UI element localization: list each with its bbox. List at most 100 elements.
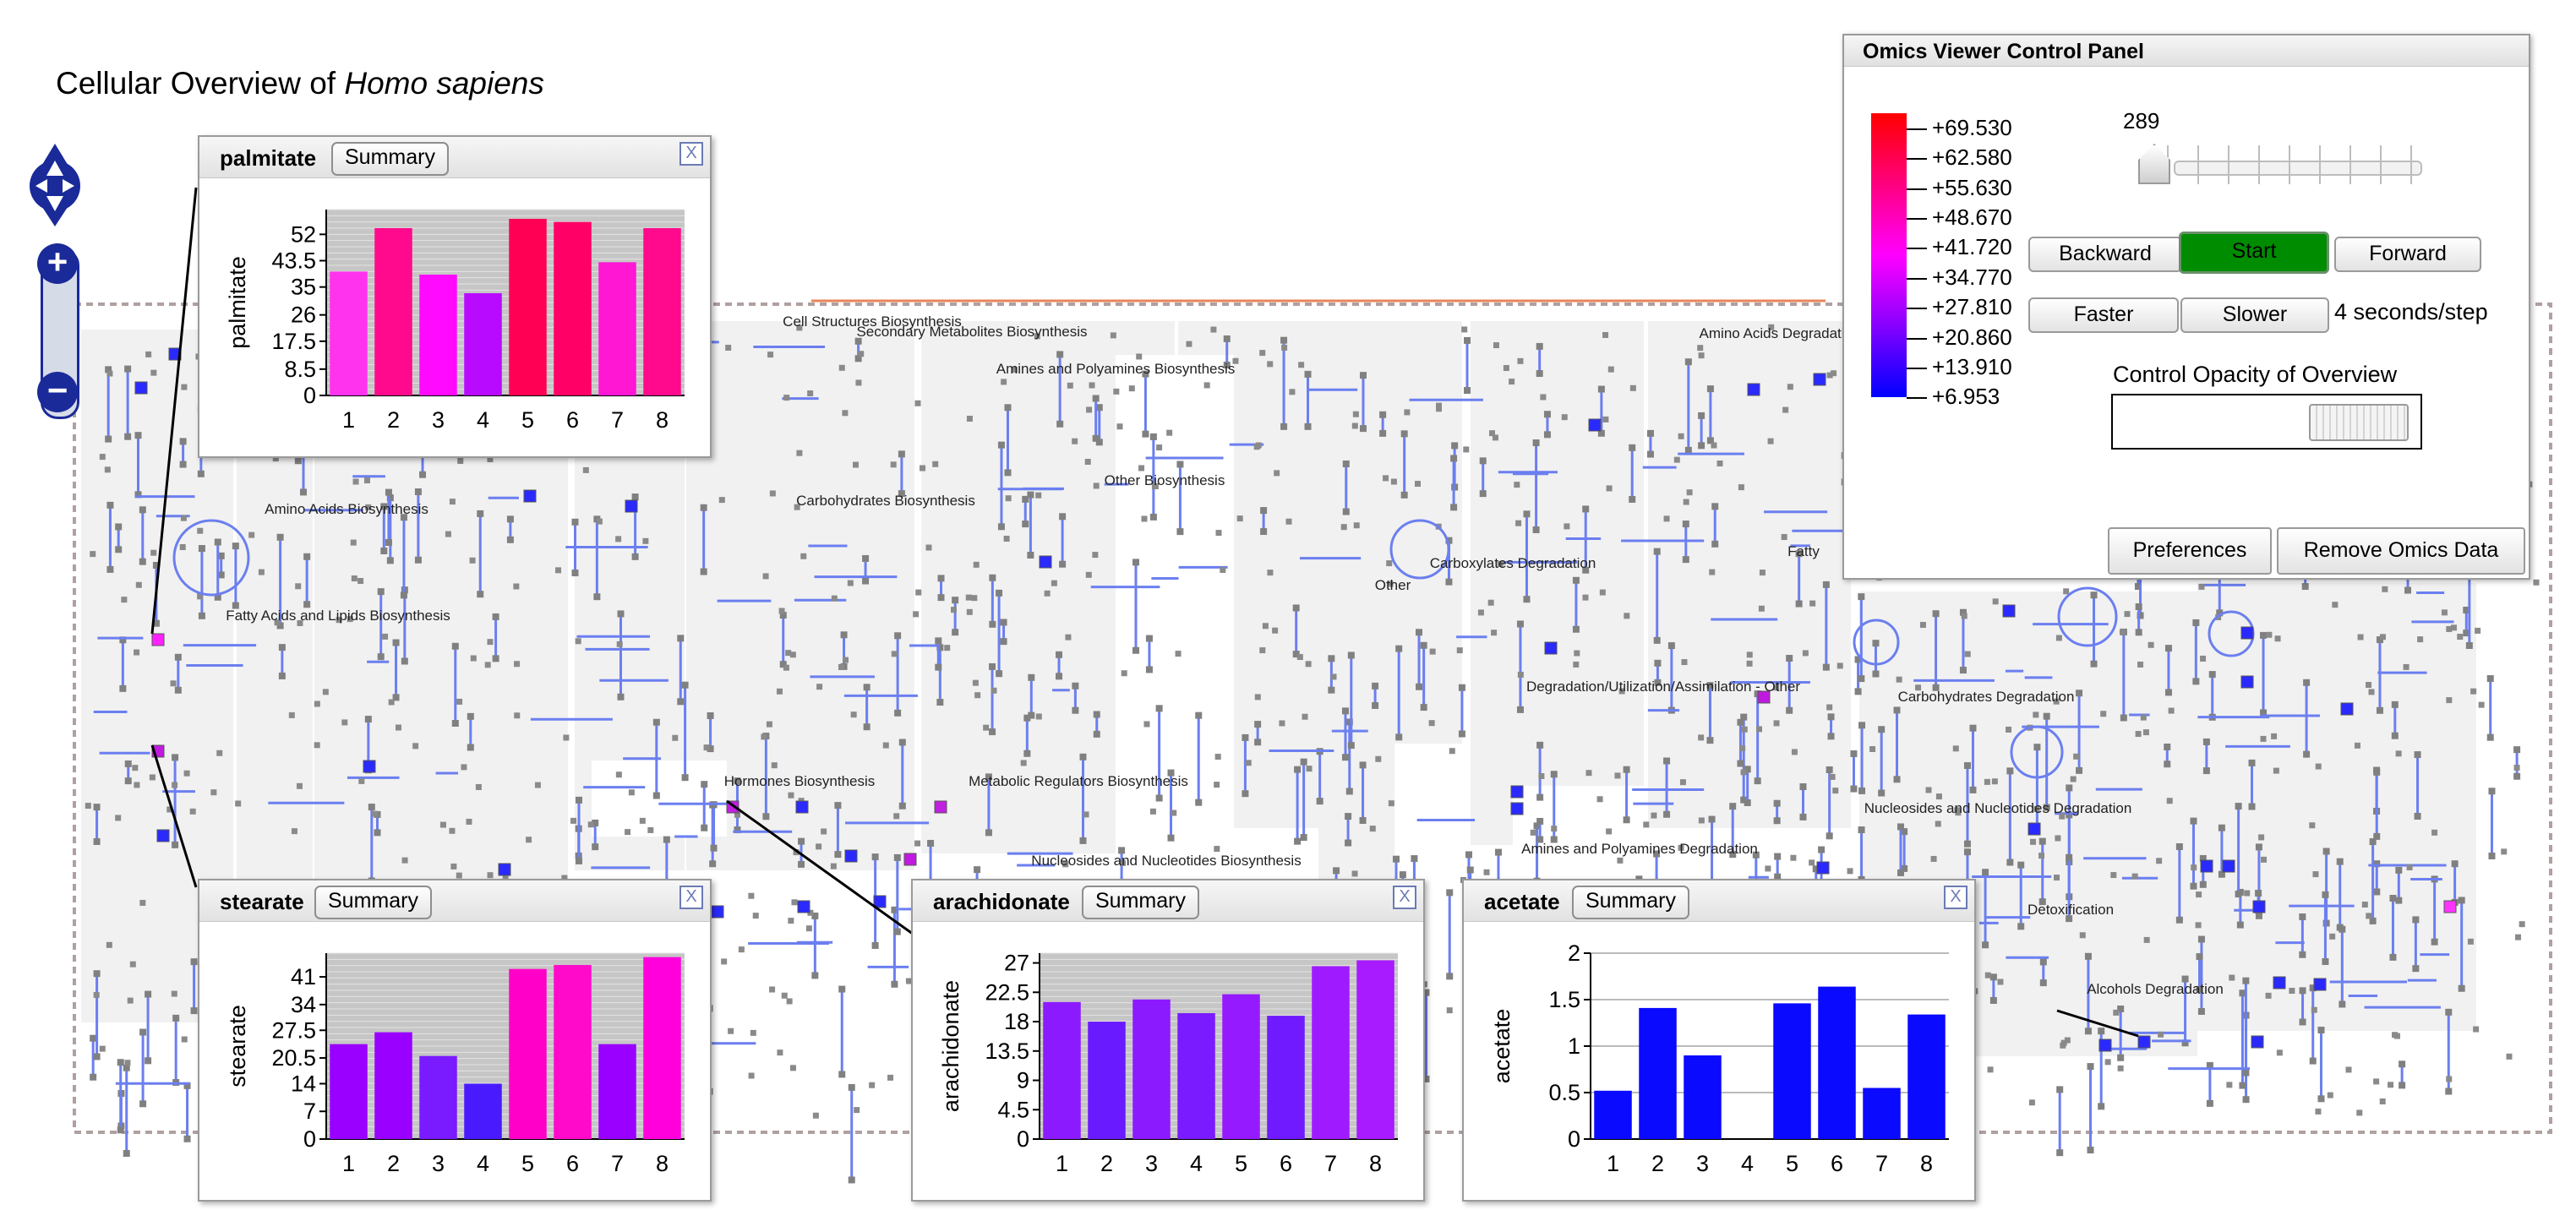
summary-button[interactable]: Summary [331,142,449,176]
popup-header[interactable]: arachidonate Summary X [913,880,1423,922]
x-tick-label: 3 [432,407,445,433]
x-tick-label: 5 [1786,1151,1798,1176]
bar[interactable] [419,275,457,395]
legend-label: +13.910 [1932,353,2012,379]
y-tick-label: 7 [303,1098,316,1124]
bar[interactable] [1267,1016,1305,1139]
close-icon[interactable]: X [1944,886,1967,909]
popup-acetate[interactable]: acetate Summary X 2 1.5 1 0.5 0 acetate 1 2 3 4 5 6 7 8 [1462,879,1976,1202]
bar[interactable] [1684,1055,1722,1139]
x-tick-label: 3 [1145,1151,1158,1176]
x-tick-label: 8 [1920,1151,1933,1176]
backward-button[interactable]: Backward [2028,237,2182,272]
forward-button[interactable]: Forward [2334,237,2481,272]
y-tick-label: 13.5 [985,1038,1029,1064]
bar[interactable] [598,1044,636,1139]
y-tick-label: 20.5 [271,1045,316,1071]
bar[interactable] [598,262,636,395]
popup-title: stearate [220,889,304,914]
control-panel-title: Omics Viewer Control Panel [1863,40,2144,63]
bar[interactable] [330,271,368,395]
popup-header[interactable]: stearate Summary X [199,880,710,922]
bar[interactable] [554,221,592,395]
bar[interactable] [1907,1014,1946,1139]
bar[interactable] [1132,999,1171,1139]
bar[interactable] [464,293,502,395]
legend-label: +34.770 [1932,264,2012,290]
bar[interactable] [1818,986,1856,1139]
close-icon[interactable]: X [679,886,703,909]
popup-stearate[interactable]: stearate Summary X 41 34 27.5 20.5 14 7 0 stearate… [198,879,712,1202]
bar[interactable] [1639,1007,1677,1139]
remove-omics-data-button[interactable]: Remove Omics Data [2277,527,2525,575]
bar[interactable] [1356,960,1394,1139]
bar[interactable] [464,1083,502,1139]
bar[interactable] [1312,966,1350,1139]
bar[interactable] [1222,994,1260,1139]
region-label: Amines and Polyamines Biosynthesis [996,361,1236,377]
speed-text: 4 seconds/step [2334,299,2488,324]
legend-tick [1907,308,1927,310]
bar[interactable] [419,1055,457,1139]
bar[interactable] [374,1032,412,1139]
region-label: Nucleosides and Nucleotides Biosynthesis [1031,853,1301,869]
bar[interactable] [643,957,681,1139]
control-panel-header[interactable]: Omics Viewer Control Panel [1844,35,2529,67]
slider-tick [2289,145,2290,184]
popup-header[interactable]: acetate Summary X [1464,880,1974,922]
bar[interactable] [330,1044,368,1139]
x-tick-label: 1 [342,1151,355,1176]
timestep-slider-track[interactable] [2174,161,2422,176]
legend-tick [1907,218,1927,221]
region-label: Nucleosides and Nucleotides Degradation [1864,800,2132,816]
legend-tick [1907,188,1927,190]
legend-label: +27.810 [1932,294,2012,320]
bar-chart-stearate: 413427.520.51470stearate1 2 3 4 5 6 7 8 [225,952,685,1176]
x-tick-label: 1 [342,407,355,433]
bar[interactable] [1043,1001,1081,1139]
bar[interactable] [1863,1088,1901,1140]
pan-control[interactable] [25,142,85,226]
bar[interactable] [554,965,592,1139]
summary-button[interactable]: Summary [1082,886,1199,919]
bar[interactable] [1177,1013,1215,1139]
opacity-slider-thumb[interactable] [2308,404,2409,441]
bar[interactable] [1088,1022,1126,1139]
timestep-slider-thumb[interactable] [2138,144,2170,184]
slider-tick [2380,145,2382,184]
opacity-slider[interactable] [2111,394,2422,450]
region-label: Degradation/Utilization/Assimilation - O… [1526,679,1800,695]
opacity-label: Control Opacity of Overview [2113,362,2398,387]
bar[interactable] [374,228,412,395]
bar[interactable] [1594,1090,1632,1139]
close-icon[interactable]: X [679,142,703,166]
zoom-out-icon[interactable]: − [37,372,78,412]
bar-chart-palmitate: 5243.535 2617.5 8.50 palmitate 1 2 3 4 5 6 7 8 [225,209,685,433]
bar[interactable] [509,968,547,1139]
summary-button[interactable]: Summary [1572,886,1689,919]
popup-header[interactable]: palmitate Summary X [199,137,710,178]
popup-palmitate[interactable]: palmitate Summary X 52 43.5 35 26 17.5 8.5 0 palmi… [198,135,712,458]
bar[interactable] [643,228,681,395]
legend-tick [1907,367,1927,369]
page-title: Cellular Overview of Homo sapiens [56,66,544,101]
summary-button[interactable]: Summary [314,886,432,919]
close-icon[interactable]: X [1393,886,1416,909]
bar[interactable] [509,219,547,395]
region-label: Metabolic Regulators Biosynthesis [969,773,1188,789]
slower-button[interactable]: Slower [2180,297,2329,333]
legend-tick [1907,397,1927,400]
legend-tick [1907,128,1927,130]
bar[interactable] [1773,1003,1811,1139]
popup-title: arachidonate [933,889,1070,914]
start-button[interactable]: Start [2179,232,2329,274]
region-label: Other Biosynthesis [1105,472,1225,488]
y-tick-label: 0 [303,1126,316,1152]
x-tick-label: 8 [656,1151,669,1176]
popup-arachidonate[interactable]: arachidonate Summary X 27 22.5 18 13.5 9 4.5 0 ara… [911,879,1425,1202]
zoom-in-icon[interactable]: + [37,243,78,284]
faster-button[interactable]: Faster [2028,297,2179,333]
y-axis-label: acetate [1489,1009,1514,1084]
y-tick-label: 0.5 [1548,1080,1580,1105]
preferences-button[interactable]: Preferences [2108,527,2272,575]
